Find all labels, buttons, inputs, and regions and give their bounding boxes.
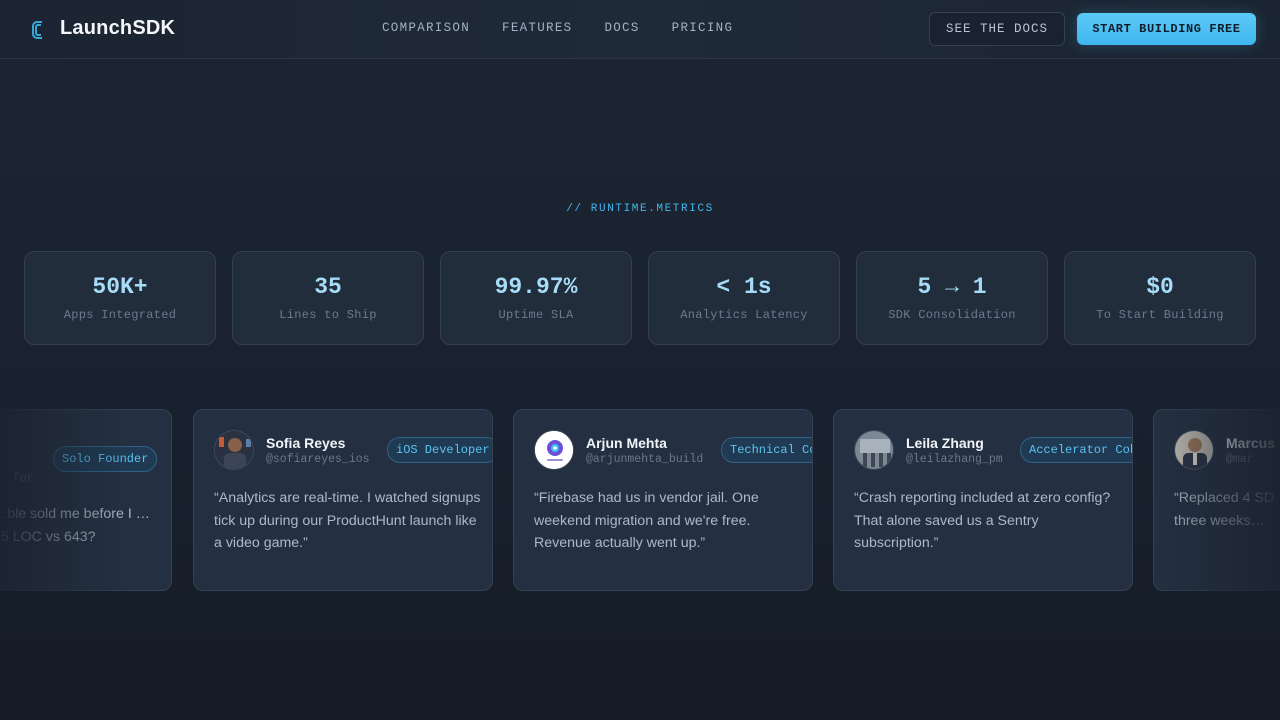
nav-features[interactable]: FEATURES [502,21,572,35]
metric-card: 5 → 1 SDK Consolidation [856,251,1048,345]
avatar [854,430,894,470]
metric-card: < 1s Analytics Latency [648,251,840,345]
metric-label: To Start Building [1096,308,1224,322]
user-name: Marcus [1226,435,1276,451]
testimonial-card: Marcus @mar “Replaced 4 SD… Shipped the … [1153,409,1280,591]
user-handle: @arjunmehta_build [586,453,704,466]
nav-comparison[interactable]: COMPARISON [382,21,470,35]
role-badge: Technical Co-fo [721,437,812,463]
metric-value: < 1s [716,274,772,300]
testimonial-quote: “Crash reporting included at zero config… [854,490,1111,551]
main-nav: COMPARISON FEATURES DOCS PRICING [382,21,765,35]
metric-value: 50K+ [92,274,148,300]
top-header: LaunchSDK COMPARISON FEATURES DOCS PRICI… [0,0,1280,59]
metric-value: 5 → 1 [917,274,987,300]
metric-value: 99.97% [494,274,578,300]
user-name: Sofia Reyes [266,435,346,451]
user-name: Arjun Mehta [586,435,667,451]
metric-label: Lines to Ship [279,308,377,322]
testimonial-quote: “Firebase had us in vendor jail. One wee… [534,490,759,551]
role-badge: iOS Developer [387,437,492,463]
brand-name: LaunchSDK [60,17,176,39]
metrics-section-label: // RUNTIME.METRICS [566,203,714,215]
metric-label: Uptime SLA [498,308,574,322]
testimonial-card: Arjun Mehta @arjunmehta_build Technical … [513,409,813,591]
metric-value: 35 [314,274,342,300]
metric-label: SDK Consolidation [888,308,1016,322]
see-the-docs-button[interactable]: SEE THE DOCS [929,12,1065,46]
start-building-free-button[interactable]: START BUILDING FREE [1077,13,1256,45]
testimonial-card: Leila Zhang @leilazhang_pm Accelerator C… [833,409,1133,591]
user-handle: @leilazhang_pm [906,453,1003,466]
nav-docs[interactable]: DOCS [604,21,639,35]
testimonial-quote: …ble sold me before I … 35 LOC vs 643? [0,506,150,545]
metric-card: 99.97% Uptime SLA [440,251,632,345]
metric-card: 35 Lines to Ship [232,251,424,345]
brand-logo[interactable]: LaunchSDK [30,17,175,40]
avatar [1174,430,1214,470]
metric-value: $0 [1146,274,1174,300]
testimonial-quote: “Analytics are real-time. I watched sign… [214,490,481,551]
launchsdk-logo-icon [30,18,44,40]
testimonial-card: Sofia Reyes @sofiareyes_ios iOS Develope… [193,409,493,591]
avatar [214,430,254,470]
nav-pricing[interactable]: PRICING [672,21,734,35]
avatar [534,430,574,470]
user-handle: @mar [1226,453,1254,466]
metric-card: $0 To Start Building [1064,251,1256,345]
testimonial-carousel[interactable]: Solo Founder for …ble sold me before I …… [0,409,1280,591]
role-badge: Solo Founder [53,446,158,472]
metric-card: 50K+ Apps Integrated [24,251,216,345]
metric-label: Apps Integrated [63,308,177,322]
role-badge: Accelerator Cohort [1020,437,1132,463]
testimonial-card: Solo Founder for …ble sold me before I …… [0,409,172,591]
user-handle: for [13,472,34,485]
user-handle: @sofiareyes_ios [266,453,370,466]
metric-label: Analytics Latency [680,308,808,322]
testimonial-quote: “Replaced 4 SD… Shipped the fea… for thr… [1174,490,1280,529]
user-name: Leila Zhang [906,435,984,451]
